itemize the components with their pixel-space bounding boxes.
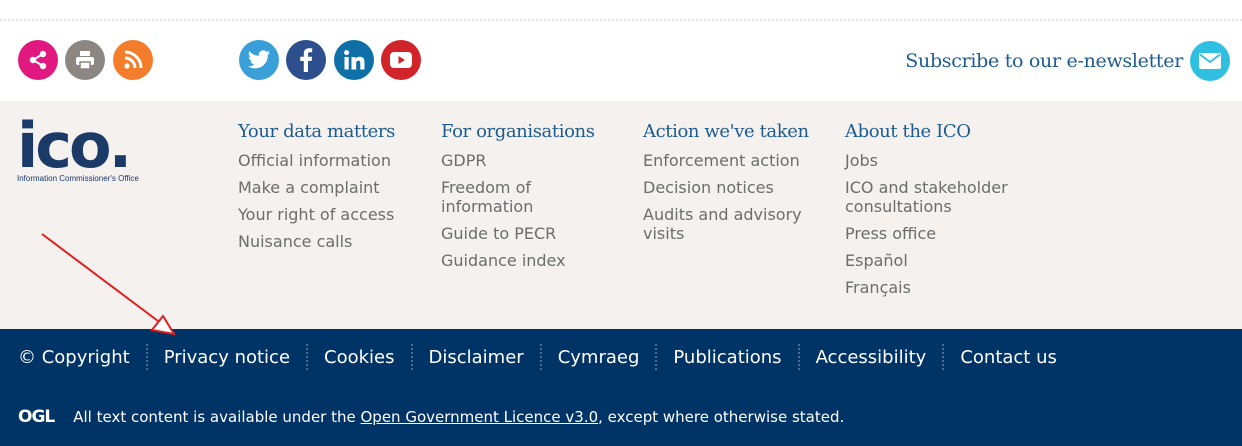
site-footer: © Copyright Privacy notice Cookies Discl… xyxy=(0,329,1242,446)
twitter-icon[interactable] xyxy=(239,40,279,80)
nav-link[interactable]: Audits and advisory visits xyxy=(643,205,833,243)
facebook-icon[interactable] xyxy=(286,40,326,80)
nav-link[interactable]: Make a complaint xyxy=(238,178,428,197)
nav-heading[interactable]: Action we've taken xyxy=(643,121,833,142)
divider xyxy=(655,344,658,370)
linkedin-icon[interactable] xyxy=(334,40,374,80)
nav-link[interactable]: Guidance index xyxy=(441,251,591,270)
footer-link-copyright[interactable]: © Copyright xyxy=(18,347,130,368)
logo-mark: ico. xyxy=(17,109,132,182)
nav-link[interactable]: Official information xyxy=(238,151,428,170)
subscribe-link[interactable]: Subscribe to our e-newsletter xyxy=(905,40,1230,82)
footer-link-cookies[interactable]: Cookies xyxy=(324,347,394,368)
divider xyxy=(942,344,945,370)
nav-heading[interactable]: Your data matters xyxy=(238,121,428,142)
licence-prefix: All text content is available under the xyxy=(73,408,361,426)
footer-link-publications[interactable]: Publications xyxy=(673,347,781,368)
footer-link-accessibility[interactable]: Accessibility xyxy=(816,347,927,368)
subscribe-label: Subscribe to our e-newsletter xyxy=(905,50,1183,72)
youtube-icon[interactable] xyxy=(381,40,421,80)
nav-heading[interactable]: About the ICO xyxy=(845,121,1035,142)
top-divider xyxy=(0,19,1242,21)
nav-link[interactable]: Français xyxy=(845,278,1035,297)
nav-heading[interactable]: For organisations xyxy=(441,121,595,142)
nav-link[interactable]: Español xyxy=(845,251,1035,270)
footer-link-cymraeg[interactable]: Cymraeg xyxy=(558,347,640,368)
nav-column-your-data-matters: Your data matters Official information M… xyxy=(238,121,428,259)
divider xyxy=(306,344,309,370)
nav-link[interactable]: Your right of access xyxy=(238,205,428,224)
envelope-icon[interactable] xyxy=(1190,41,1230,81)
nav-link[interactable]: Press office xyxy=(845,224,1035,243)
licence-notice: OGL All text content is available under … xyxy=(18,407,844,427)
nav-link[interactable]: Guide to PECR xyxy=(441,224,591,243)
footer-navigation: ico. Information Commissioner's Office Y… xyxy=(0,101,1242,329)
rss-icon[interactable] xyxy=(113,40,153,80)
divider xyxy=(410,344,413,370)
nav-column-about-ico: About the ICO Jobs ICO and stakeholder c… xyxy=(845,121,1035,305)
nav-column-for-organisations: For organisations GDPR Freedom of inform… xyxy=(441,121,595,278)
footer-link-disclaimer[interactable]: Disclaimer xyxy=(429,347,524,368)
nav-link[interactable]: Jobs xyxy=(845,151,1035,170)
nav-link[interactable]: GDPR xyxy=(441,151,591,170)
nav-link[interactable]: Enforcement action xyxy=(643,151,833,170)
footer-link-privacy-notice[interactable]: Privacy notice xyxy=(164,347,290,368)
nav-link[interactable]: Freedom of information xyxy=(441,178,591,216)
divider xyxy=(145,344,148,370)
nav-link[interactable]: Nuisance calls xyxy=(238,232,428,251)
licence-link[interactable]: Open Government Licence v3.0 xyxy=(361,408,599,426)
ogl-logo: OGL xyxy=(18,407,55,427)
nav-link[interactable]: Decision notices xyxy=(643,178,833,197)
share-row: Subscribe to our e-newsletter xyxy=(0,40,1242,84)
logo-subtitle: Information Commissioner's Office xyxy=(17,174,139,183)
ico-logo[interactable]: ico. Information Commissioner's Office xyxy=(17,109,147,184)
divider xyxy=(797,344,800,370)
licence-suffix: , except where otherwise stated. xyxy=(598,408,845,426)
footer-links: © Copyright Privacy notice Cookies Discl… xyxy=(0,342,1057,372)
nav-column-action-taken: Action we've taken Enforcement action De… xyxy=(643,121,833,251)
footer-link-contact-us[interactable]: Contact us xyxy=(960,347,1057,368)
nav-link[interactable]: ICO and stakeholder consultations xyxy=(845,178,1035,216)
divider xyxy=(539,344,542,370)
share-icon[interactable] xyxy=(18,40,58,80)
print-icon[interactable] xyxy=(65,40,105,80)
